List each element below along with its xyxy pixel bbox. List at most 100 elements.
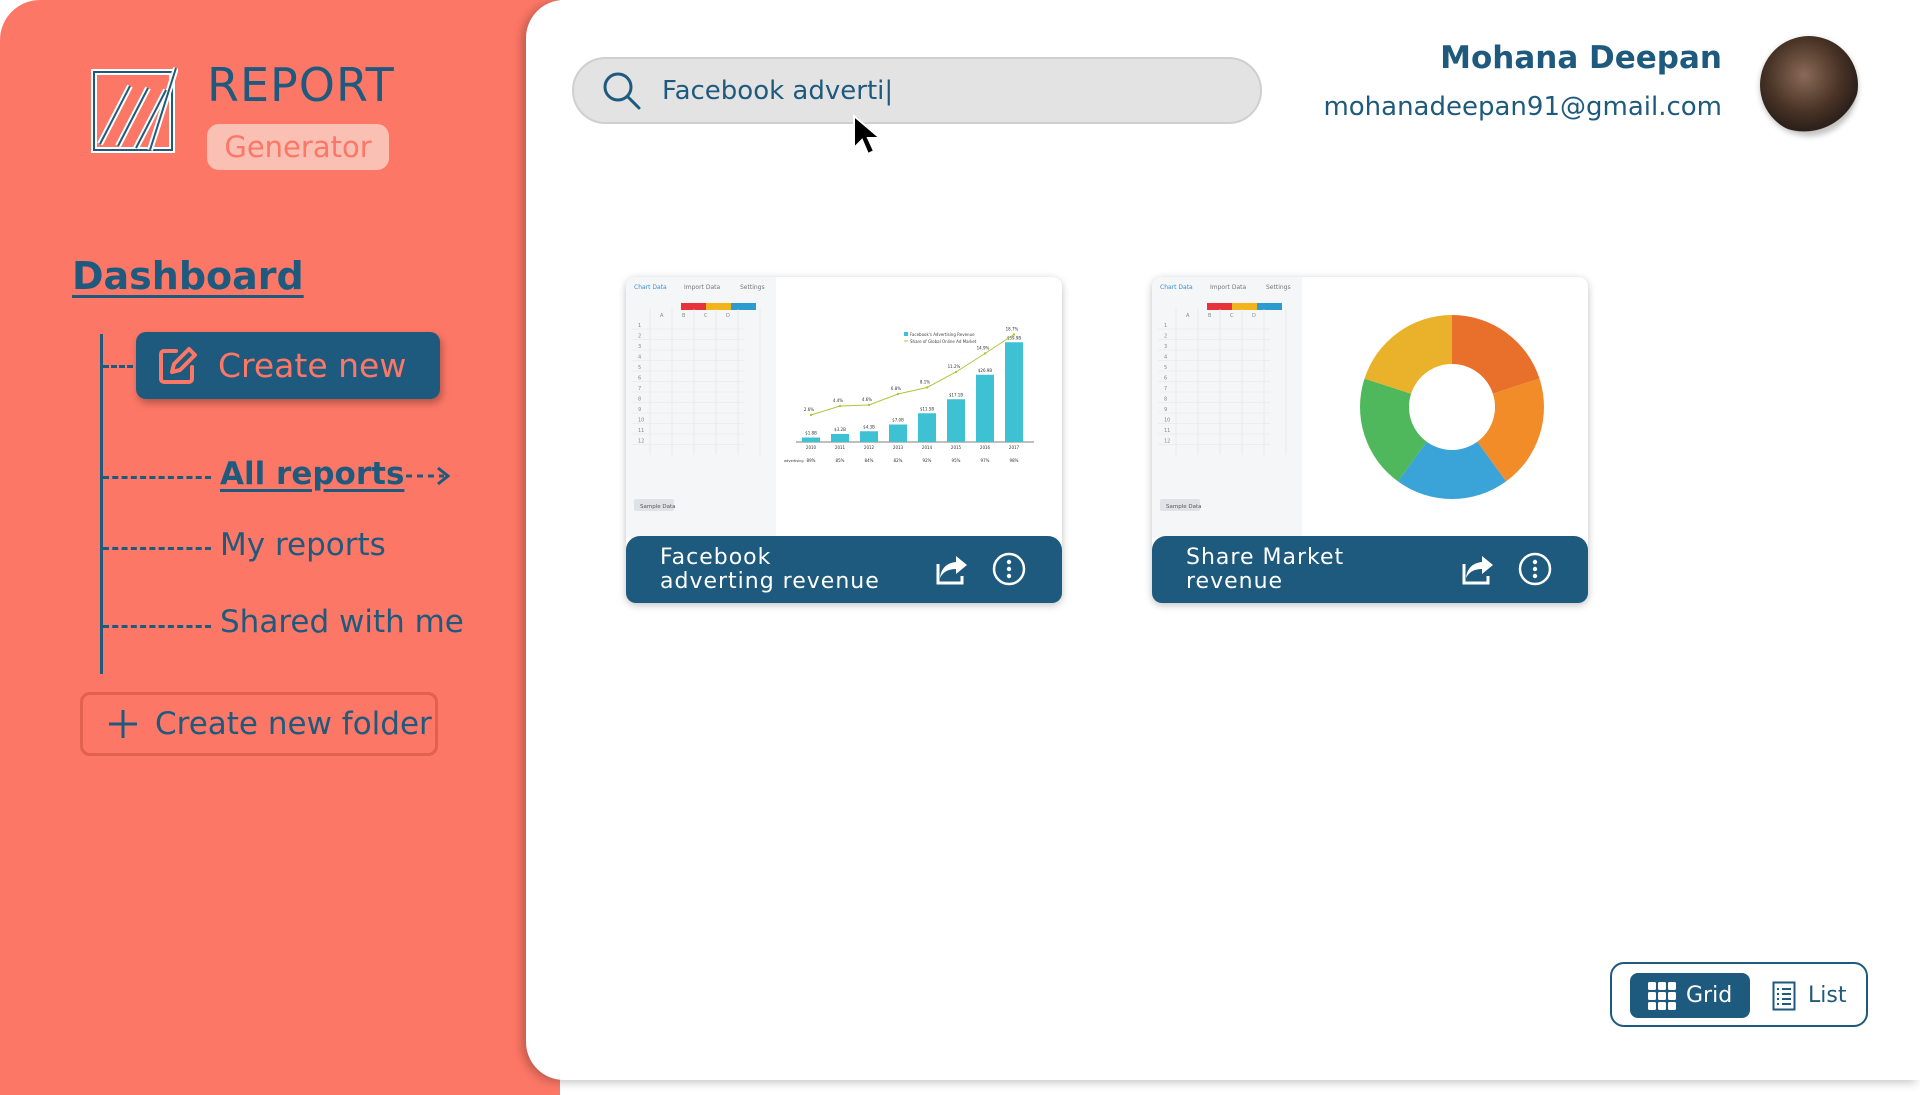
create-folder-button[interactable]: Create new folder [80,692,438,756]
grid-column-header: B [1208,313,1212,319]
line-label: 6.8% [891,386,901,391]
create-new-button[interactable]: Create new [136,332,440,399]
bar-label: $26.9B [978,368,992,373]
x-tick-label: 2012 [864,445,875,450]
preview-tab: Settings [1266,284,1291,291]
bar [976,374,994,442]
app-subtitle: Generator [207,124,389,170]
nav-tree-line [100,334,103,674]
grid-view-button[interactable]: Grid [1630,973,1750,1018]
preview-tab: Import Data [684,284,720,291]
line-point [896,392,900,396]
bar-label: $17.1B [949,392,963,397]
grid-column-header: D [1252,313,1256,319]
sidebar: REPORT Generator Dashboard Create new Al… [0,0,560,1095]
line-label: 18.7% [1006,327,1019,332]
line-point [838,404,842,408]
nav-dashboard[interactable]: Dashboard [72,254,304,298]
report-preview-share-market: Chart Data Import Data Settings A B C D1234… [1152,277,1588,537]
bar [831,434,849,442]
legend-item: Share of Global Online Ad Market [910,339,977,344]
grid-row-header: 5 [1164,365,1167,371]
edit-icon [159,346,197,384]
x-tick-label: 2014 [922,445,933,450]
user-email: mohanadeepan91@gmail.com [1323,92,1722,122]
report-preview-facebook: Chart Data Import Data Settings A B C D1234… [626,277,1062,537]
share-icon[interactable] [1460,552,1496,586]
logo-icon [91,67,178,153]
grid-row-header: 6 [638,376,641,382]
grid-row-header: 3 [638,344,641,350]
line-label: 11.2% [948,364,961,369]
line-label: 14.9% [977,346,990,351]
bar [947,399,965,442]
line-point [954,370,958,374]
grid-row-header: 2 [1164,334,1167,340]
grid-row-header: 4 [638,355,641,361]
grid-icon [1648,981,1676,1010]
sidebar-item-shared-with-me[interactable]: Shared with me [220,604,464,640]
row-value: 84% [865,458,874,463]
more-options-icon[interactable] [992,552,1026,586]
x-tick-label: 2016 [980,445,991,450]
line-label: 4.4% [833,398,843,403]
list-view-button[interactable]: List [1772,973,1846,1018]
sidebar-item-all-reports[interactable]: All reports [220,456,404,492]
bar-label: $11.5B [920,406,934,411]
preview-tab: Settings [740,284,765,291]
legend-item: Facebook's Advertising Revenue [910,332,975,337]
bar [860,431,878,442]
grid-row-header: 9 [638,407,641,413]
grid-row-header: 7 [1164,386,1167,392]
preview-tab: Import Data [1210,284,1246,291]
grid-row-header: 11 [638,428,644,434]
card-footer: Share Market revenue [1152,536,1588,603]
report-card[interactable]: Chart Data Import Data Settings ABCD1234… [626,277,1062,603]
grid-row-header: 9 [1164,407,1167,413]
list-view-label: List [1808,983,1847,1008]
grid-view-label: Grid [1686,983,1733,1008]
user-name: Mohana Deepan [1440,40,1722,76]
grid-column-header: B [682,313,686,319]
avatar[interactable] [1760,36,1858,134]
more-options-icon[interactable] [1518,552,1552,586]
search-bar[interactable] [572,57,1262,124]
bar [802,437,820,442]
share-icon[interactable] [934,552,970,586]
sidebar-item-my-reports[interactable]: My reports [220,527,386,563]
grid-row-header: 8 [1164,397,1167,403]
grid-row-header: 12 [638,439,644,445]
row-value: 98% [1010,458,1019,463]
grid-row-header: 4 [1164,355,1167,361]
create-folder-label: Create new folder [155,706,432,742]
grid-column-header: C [1230,313,1234,319]
row-label: advertising [784,459,804,463]
nav-connector [103,476,211,479]
grid-row-header: 11 [1164,428,1170,434]
bar [918,413,936,442]
row-value: 82% [894,458,903,463]
list-icon [1772,981,1796,1010]
nav-connector [103,365,133,368]
grid-row-header: 1 [638,323,641,329]
row-value: 92% [923,458,932,463]
line-point [925,386,929,389]
grid-row-header: 10 [1164,418,1170,424]
grid-column-header: C [704,313,708,319]
search-icon [603,72,641,109]
bar-label: $3.2B [834,427,846,432]
grid-row-header: 1 [1164,323,1167,329]
create-new-label: Create new [218,346,407,385]
search-input[interactable] [660,74,1224,107]
mouse-pointer-icon [853,114,883,156]
bar [889,424,907,442]
grid-row-header: 12 [1164,439,1170,445]
report-card[interactable]: Chart Data Import Data Settings ABCD1234… [1152,277,1588,603]
grid-row-header: 3 [1164,344,1167,350]
legend-swatch [904,332,908,336]
grid-column-header: A [660,313,664,319]
preview-editor-panel [1152,277,1302,537]
report-title: Facebook adverting revenue [660,545,880,594]
nav-connector [103,547,211,550]
line-label: 8.1% [920,380,930,385]
